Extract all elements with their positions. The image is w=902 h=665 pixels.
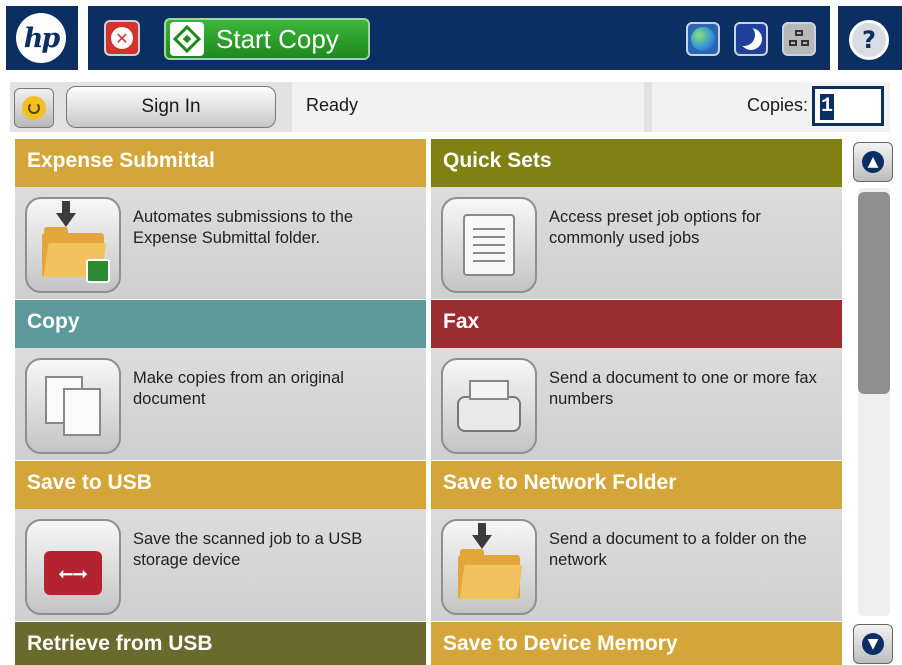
usb-drive-icon: ⭠⭢ bbox=[25, 519, 121, 615]
tile-title: Quick Sets bbox=[431, 139, 842, 187]
expense-submittal-folder-icon bbox=[25, 197, 121, 293]
status-message: Ready bbox=[306, 95, 359, 115]
home-icon bbox=[22, 96, 46, 120]
top-bar: hp ✕ Start Copy ? bbox=[0, 0, 902, 78]
tile-body: Automates submissions to the Expense Sub… bbox=[15, 187, 426, 299]
copies-input[interactable]: 1 bbox=[812, 86, 884, 126]
start-copy-button[interactable]: Start Copy bbox=[164, 18, 370, 60]
tile-body: Make copies from an original document bbox=[15, 348, 426, 460]
tile-save-to-network-folder[interactable]: Save to Network Folder Send a document t… bbox=[431, 461, 842, 621]
stop-icon: ✕ bbox=[111, 27, 133, 49]
start-copy-label: Start Copy bbox=[216, 23, 339, 54]
tile-body: ⭠⭢ Save the scanned job to a USB storage… bbox=[15, 509, 426, 621]
network-button[interactable] bbox=[782, 22, 816, 56]
start-icon bbox=[170, 22, 204, 56]
scrollbar[interactable]: ▲ ▼ bbox=[848, 134, 902, 665]
network-folder-icon bbox=[441, 519, 537, 615]
copies-value: 1 bbox=[820, 94, 835, 120]
sign-in-button[interactable]: Sign In bbox=[66, 86, 276, 128]
tile-description: Automates submissions to the Expense Sub… bbox=[133, 208, 354, 247]
stop-button[interactable]: ✕ bbox=[104, 20, 140, 56]
tile-description: Save the scanned job to a USB storage de… bbox=[133, 530, 363, 569]
help-button[interactable]: ? bbox=[849, 20, 889, 60]
tile-expense-submittal[interactable]: Expense Submittal Automates submissions … bbox=[15, 139, 426, 299]
tile-body: Send a document to a folder on the netwo… bbox=[431, 509, 842, 621]
hp-logo: hp bbox=[16, 13, 66, 63]
tile-body: Send a document to one or more fax numbe… bbox=[431, 348, 842, 460]
chevron-up-icon: ▲ bbox=[862, 151, 884, 173]
tile-description: Access preset job options for commonly u… bbox=[549, 208, 761, 247]
scroll-thumb[interactable] bbox=[858, 192, 890, 394]
chevron-down-icon: ▼ bbox=[862, 633, 884, 655]
tile-quick-sets[interactable]: Quick Sets Access preset job options for… bbox=[431, 139, 842, 299]
tile-title: Save to Network Folder bbox=[431, 461, 842, 509]
copies-panel: Copies: 1 bbox=[652, 82, 890, 132]
tile-title: Copy bbox=[15, 300, 426, 348]
home-button[interactable] bbox=[14, 88, 54, 128]
tile-description: Send a document to a folder on the netwo… bbox=[549, 530, 807, 569]
tile-title: Save to USB bbox=[15, 461, 426, 509]
language-globe-icon bbox=[691, 27, 715, 51]
help-icon: ? bbox=[862, 26, 876, 54]
tile-fax[interactable]: Fax Send a document to one or more fax n… bbox=[431, 300, 842, 460]
network-icon bbox=[789, 30, 809, 48]
copies-label: Copies: bbox=[746, 95, 808, 115]
tile-copy[interactable]: Copy Make copies from an original docume… bbox=[15, 300, 426, 460]
tile-description: Make copies from an original document bbox=[133, 369, 344, 408]
status-message-panel: Ready bbox=[292, 82, 644, 132]
scroll-up-button[interactable]: ▲ bbox=[853, 142, 893, 182]
fax-machine-icon bbox=[441, 358, 537, 454]
tile-description: Send a document to one or more fax numbe… bbox=[549, 369, 817, 408]
tile-save-to-device-memory[interactable]: Save to Device Memory bbox=[431, 622, 842, 665]
application-tiles: Expense Submittal Automates submissions … bbox=[0, 134, 848, 665]
status-bar: Sign In Ready Copies: 1 bbox=[0, 78, 902, 134]
tile-body: Access preset job options for commonly u… bbox=[431, 187, 842, 299]
tile-title: Expense Submittal bbox=[15, 139, 426, 187]
tile-title: Fax bbox=[431, 300, 842, 348]
language-button[interactable] bbox=[686, 22, 720, 56]
tile-retrieve-from-usb[interactable]: Retrieve from USB bbox=[15, 622, 426, 665]
tile-title: Save to Device Memory bbox=[431, 622, 842, 665]
tile-title: Retrieve from USB bbox=[15, 622, 426, 665]
sleep-button[interactable] bbox=[734, 22, 768, 56]
tile-save-to-usb[interactable]: Save to USB ⭠⭢ Save the scanned job to a… bbox=[15, 461, 426, 621]
copy-documents-icon bbox=[25, 358, 121, 454]
sleep-moon-icon bbox=[740, 28, 762, 50]
quick-sets-document-icon bbox=[441, 197, 537, 293]
scroll-down-button[interactable]: ▼ bbox=[853, 624, 893, 664]
